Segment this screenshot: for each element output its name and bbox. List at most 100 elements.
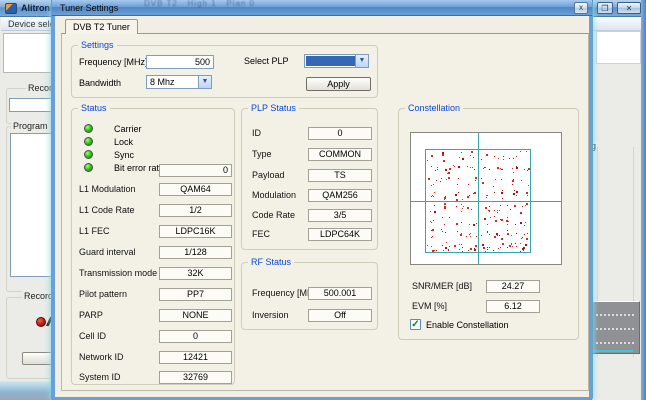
constellation-dot [461,244,462,245]
constellation-dot [462,247,463,248]
status-row: L1 FEC LDPC16K [72,225,234,239]
constellation-dot [466,236,467,237]
constellation-plot [410,132,562,265]
constellation-dot [515,224,516,225]
field-value: 3/5 [308,209,372,222]
constellation-dot [458,178,459,179]
status-group-label: Status [78,103,110,113]
field-label: Modulation [252,190,296,200]
constellation-dot [520,212,522,214]
record-panel-button[interactable] [22,352,54,365]
constellation-dot [456,223,458,225]
constellation-dot [462,251,463,252]
field-label: L1 Modulation [79,184,136,194]
constellation-dot [497,212,498,213]
field-label: PARP [79,310,103,320]
constellation-dot [442,152,444,154]
constellation-dot [457,231,458,232]
constellation-dot [526,151,527,152]
constellation-dot [514,205,516,207]
constellation-dot [454,166,455,167]
maximize-button[interactable]: ❐ [597,2,613,14]
frequency-input[interactable]: 500 [146,55,214,69]
field-value: LDPC16K [159,225,232,238]
constellation-dot [490,217,491,218]
constellation-dot [474,248,475,249]
constellation-dot [469,234,470,235]
constellation-dot [487,195,488,196]
constellation-dot [460,234,462,236]
constellation-dot [444,224,445,225]
field-value: QAM64 [159,183,232,196]
plp-row: Modulation QAM256 [242,189,377,203]
constellation-dot [461,152,462,153]
chevron-down-icon[interactable]: ▼ [198,76,211,88]
constellation-dot [476,236,477,237]
constellation-dot [508,221,509,222]
constellation-dot [522,248,524,250]
constellation-dot [502,198,503,199]
constellation-dot [495,179,496,180]
constellation-dot [483,247,484,248]
constellation-dot [427,245,428,246]
constellation-dot [507,233,509,235]
constellation-dot [446,242,447,243]
record-field[interactable] [9,98,53,112]
constellation-dot [489,210,490,211]
right-white-panel [596,31,641,64]
close-button-background[interactable]: ✕ [617,2,641,14]
constellation-dot [501,238,503,240]
constellation-dot [462,158,464,160]
constellation-dot [525,244,527,246]
field-value: 32K [159,267,232,280]
constellation-dot [493,250,494,251]
constellation-dot [485,251,486,252]
constellation-dot [511,244,512,245]
program-listbox[interactable] [10,133,53,277]
constellation-dot [493,186,494,187]
constellation-dot [461,204,462,205]
rf-row: Frequency [MHz] 500.001 [242,287,377,301]
left-white-panel [3,33,53,73]
led-green-icon [84,163,93,172]
constellation-dot [512,246,513,247]
enable-constellation-checkbox[interactable]: ✓ [410,319,421,330]
constellation-dot [455,194,457,196]
constellation-dot [486,197,487,198]
constellation-dot [481,178,482,179]
status-row: L1 Code Rate 1/2 [72,204,234,218]
bandwidth-combo[interactable]: 8 Mhz ▼ [146,75,212,89]
record-dot-icon[interactable] [36,317,46,327]
constellation-dot [432,229,434,231]
constellation-dot [434,192,435,193]
constellation-dot [443,250,444,251]
constellation-dot [442,154,444,156]
constellation-dot [432,236,433,237]
close-button-dialog[interactable]: x [574,2,588,14]
constellation-dot [468,250,469,251]
apply-button[interactable]: Apply [306,77,371,91]
chevron-down-icon[interactable]: ▼ [355,55,368,67]
constellation-dot [489,234,490,235]
constellation-dot [509,245,511,247]
constellation-dot [474,169,475,170]
field-label: Inversion [252,310,289,320]
constellation-dot [494,210,495,211]
constellation-dot [471,151,473,153]
dialog-titlebar[interactable]: Tuner Settings DVB T2 High 1 Plan 0 x [52,0,592,16]
tab-dvb-t2-tuner[interactable]: DVB T2 Tuner [65,19,138,34]
field-label: Transmission mode [79,268,157,278]
background-right-border [641,0,646,400]
constellation-dot [462,199,463,200]
constellation-dot [437,169,438,170]
constellation-dot [432,250,434,252]
status-row: Network ID 12421 [72,351,234,365]
field-value: NONE [159,309,232,322]
constellation-dot [512,184,513,185]
bandwidth-label: Bandwidth [79,78,121,88]
constellation-dot [524,225,525,226]
field-value: TS [308,169,372,182]
select-plp-combo[interactable]: ▼ [304,54,369,68]
constellation-dot [487,249,488,250]
ber-row: Bit error rate 0 [72,163,234,177]
